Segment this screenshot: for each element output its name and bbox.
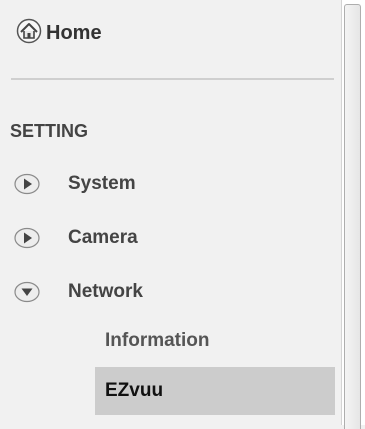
navigation-sidebar: Home SETTING System Camera Network Infor… bbox=[0, 0, 338, 425]
menu-item-network[interactable]: Network bbox=[14, 276, 143, 308]
arrow-down-icon bbox=[14, 281, 40, 303]
menu-item-label: Camera bbox=[68, 227, 138, 248]
home-label: Home bbox=[46, 22, 102, 44]
vertical-scrollbar[interactable] bbox=[341, 0, 365, 429]
arrow-right-icon bbox=[14, 173, 40, 195]
scrollbar-thumb[interactable] bbox=[344, 4, 361, 429]
section-title-setting: SETTING bbox=[10, 121, 89, 141]
home-icon bbox=[16, 18, 42, 44]
menu-item-camera[interactable]: Camera bbox=[14, 222, 138, 254]
divider bbox=[11, 78, 334, 80]
menu-item-label: System bbox=[68, 173, 136, 194]
menu-item-label: Network bbox=[68, 281, 143, 302]
menu-item-system[interactable]: System bbox=[14, 168, 136, 200]
submenu-item-ezvuu[interactable]: EZvuu bbox=[95, 367, 335, 415]
submenu-item-information[interactable]: Information bbox=[95, 317, 335, 365]
arrow-right-icon bbox=[14, 227, 40, 249]
home-link[interactable]: Home bbox=[16, 18, 102, 48]
